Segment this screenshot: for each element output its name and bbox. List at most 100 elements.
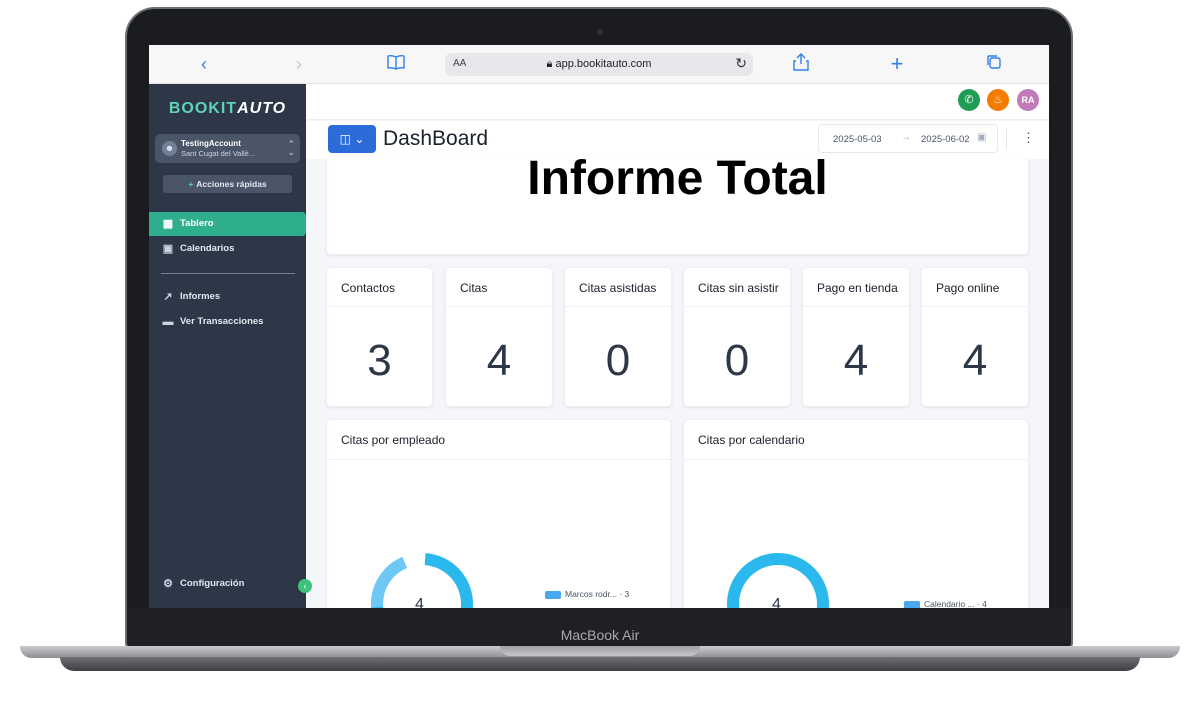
stat-card-citas-sin-asistir: Citas sin asistir 0 bbox=[683, 267, 791, 407]
sidebar-item-ver-transacciones[interactable]: ▬ Ver Transacciones bbox=[149, 310, 306, 334]
layout-icon: ◫ bbox=[339, 132, 351, 146]
date-start: 2025-05-03 bbox=[833, 134, 882, 145]
stat-label: Pago online bbox=[936, 281, 1000, 295]
stat-label: Contactos bbox=[341, 281, 396, 295]
url-text: 🔒︎ app.bookitauto.com bbox=[445, 58, 753, 71]
laptop-mockup: MacBook Air ‹ › AA 🔒︎ app.bookitauto.com… bbox=[0, 0, 1200, 702]
tabs-icon[interactable] bbox=[982, 53, 1006, 75]
legend-item[interactable]: Calendario ... · 4 bbox=[904, 599, 987, 608]
stat-label: Pago en tienda bbox=[817, 281, 898, 295]
quick-actions-button[interactable]: + Acciones rápidas bbox=[163, 175, 292, 193]
sidebar-item-label: Informes bbox=[180, 291, 221, 302]
stat-label: Citas sin asistir bbox=[698, 281, 779, 295]
account-location: Sant Cugat del Vallè... bbox=[181, 149, 256, 158]
report-title: Informe Total bbox=[527, 152, 828, 205]
stat-value: 0 bbox=[724, 336, 750, 385]
trend-chart-icon: ↗ bbox=[163, 291, 173, 303]
stat-value: 4 bbox=[486, 336, 512, 385]
stat-label: Citas asistidas bbox=[579, 281, 657, 295]
divider bbox=[684, 306, 790, 307]
sidebar-item-label: Configuración bbox=[180, 578, 245, 589]
screen: ‹ › AA 🔒︎ app.bookitauto.com ↻ + BOOKITA… bbox=[149, 45, 1049, 608]
dashboard-grid-icon: ▦ bbox=[162, 218, 174, 230]
logo-part1: BOOKIT bbox=[168, 100, 238, 117]
laptop-base-bottom bbox=[60, 657, 1140, 671]
arrow-right-icon: → bbox=[901, 132, 911, 143]
chart-card-calendario: Citas por calendario 4 Calendario ... · … bbox=[683, 419, 1029, 608]
divider bbox=[327, 306, 432, 307]
divider bbox=[684, 459, 1028, 460]
sidebar-item-label: Calendarios bbox=[180, 243, 235, 254]
bell-icon: ♨ bbox=[993, 94, 1003, 106]
stat-card-citas: Citas 4 bbox=[445, 267, 553, 407]
donut-total: 4 bbox=[772, 596, 781, 608]
chevron-updown-icon: ⌃ ⌄ bbox=[287, 139, 295, 157]
stat-card-citas-asistidas: Citas asistidas 0 bbox=[564, 267, 672, 407]
divider bbox=[446, 306, 552, 307]
chart-title: Citas por empleado bbox=[341, 433, 446, 447]
bookmarks-icon[interactable] bbox=[384, 53, 408, 75]
chart-title: Citas por calendario bbox=[698, 433, 805, 447]
collapse-sidebar-button[interactable]: ‹ bbox=[298, 579, 312, 593]
stat-card-contactos: Contactos 3 bbox=[326, 267, 433, 407]
user-icon: ☻ bbox=[162, 141, 177, 156]
chevron-left-icon: ‹ bbox=[303, 581, 307, 591]
forward-icon[interactable]: › bbox=[287, 53, 311, 75]
legend-swatch bbox=[545, 590, 561, 599]
stat-value: 3 bbox=[367, 336, 392, 385]
legend-label: Marcos rodr... · 3 bbox=[565, 589, 630, 599]
legend-label: Calendario ... · 4 bbox=[924, 599, 987, 608]
account-name: TestingAccount bbox=[181, 139, 241, 148]
camera-icon bbox=[597, 29, 603, 35]
report-title-card: Informe Total bbox=[326, 152, 1029, 255]
address-bar[interactable]: AA 🔒︎ app.bookitauto.com ↻ bbox=[445, 53, 753, 76]
user-avatar[interactable]: RA bbox=[1017, 89, 1039, 111]
stat-label: Citas bbox=[460, 281, 488, 295]
chart-card-empleado: Citas por empleado 4 Marcos rodr... · 3 bbox=[326, 419, 671, 608]
divider bbox=[327, 459, 670, 460]
calendar-icon: ▣ bbox=[977, 132, 987, 143]
plus-icon: + bbox=[188, 179, 194, 189]
sidebar-item-tablero[interactable]: ▦ Tablero bbox=[149, 212, 306, 236]
back-icon[interactable]: ‹ bbox=[192, 53, 216, 75]
divider bbox=[565, 306, 671, 307]
legend-swatch bbox=[904, 600, 920, 608]
logo-part2: AUTO bbox=[237, 100, 287, 117]
sidebar-item-calendarios[interactable]: ▣ Calendarios bbox=[149, 237, 306, 261]
phone-icon: ✆ bbox=[964, 94, 974, 106]
sidebar-item-label: Tablero bbox=[180, 218, 214, 229]
reload-icon[interactable]: ↻ bbox=[735, 55, 747, 72]
chevron-down-icon: ⌄ bbox=[354, 132, 365, 146]
page-title: DashBoard bbox=[383, 127, 489, 150]
divider bbox=[803, 306, 909, 307]
stat-value: 4 bbox=[843, 336, 869, 385]
stat-value: 4 bbox=[962, 336, 988, 385]
more-options-icon[interactable]: ⋮ bbox=[1022, 131, 1035, 144]
sidebar-item-configuracion[interactable]: ⚙ Configuración bbox=[149, 572, 306, 596]
divider bbox=[922, 306, 1028, 307]
date-range-picker[interactable]: 2025-05-03 → 2025-06-02 ▣ bbox=[818, 124, 998, 153]
phone-button[interactable]: ✆ bbox=[958, 89, 980, 111]
notifications-button[interactable]: ♨ bbox=[987, 89, 1009, 111]
date-end: 2025-06-02 bbox=[921, 134, 970, 145]
stat-value: 0 bbox=[605, 336, 631, 385]
browser-toolbar: ‹ › AA 🔒︎ app.bookitauto.com ↻ + bbox=[149, 45, 1049, 84]
device-label: MacBook Air bbox=[560, 627, 640, 643]
account-switcher[interactable]: ☻ TestingAccount Sant Cugat del Vallè...… bbox=[155, 134, 300, 163]
gear-icon: ⚙ bbox=[163, 578, 173, 590]
quick-actions-label: Acciones rápidas bbox=[196, 179, 267, 189]
share-icon[interactable] bbox=[789, 53, 813, 76]
sidebar-item-informes[interactable]: ↗ Informes bbox=[149, 285, 306, 309]
layout-toggle-button[interactable]: ◫ ⌄ bbox=[328, 125, 376, 153]
header-separator bbox=[1006, 129, 1007, 149]
stat-card-pago-online: Pago online 4 bbox=[921, 267, 1029, 407]
sidebar-item-label: Ver Transacciones bbox=[180, 316, 264, 327]
legend-item[interactable]: Marcos rodr... · 3 bbox=[545, 589, 629, 599]
new-tab-icon[interactable]: + bbox=[885, 53, 909, 75]
calendar-icon: ▣ bbox=[162, 243, 174, 255]
app-top-bar: ✆ ♨ RA bbox=[306, 84, 1049, 120]
url-value: app.bookitauto.com bbox=[555, 58, 652, 70]
donut-total: 4 bbox=[415, 596, 424, 608]
logo[interactable]: BOOKITAUTO bbox=[149, 100, 306, 118]
sidebar: BOOKITAUTO ☻ TestingAccount Sant Cugat d… bbox=[149, 84, 306, 608]
